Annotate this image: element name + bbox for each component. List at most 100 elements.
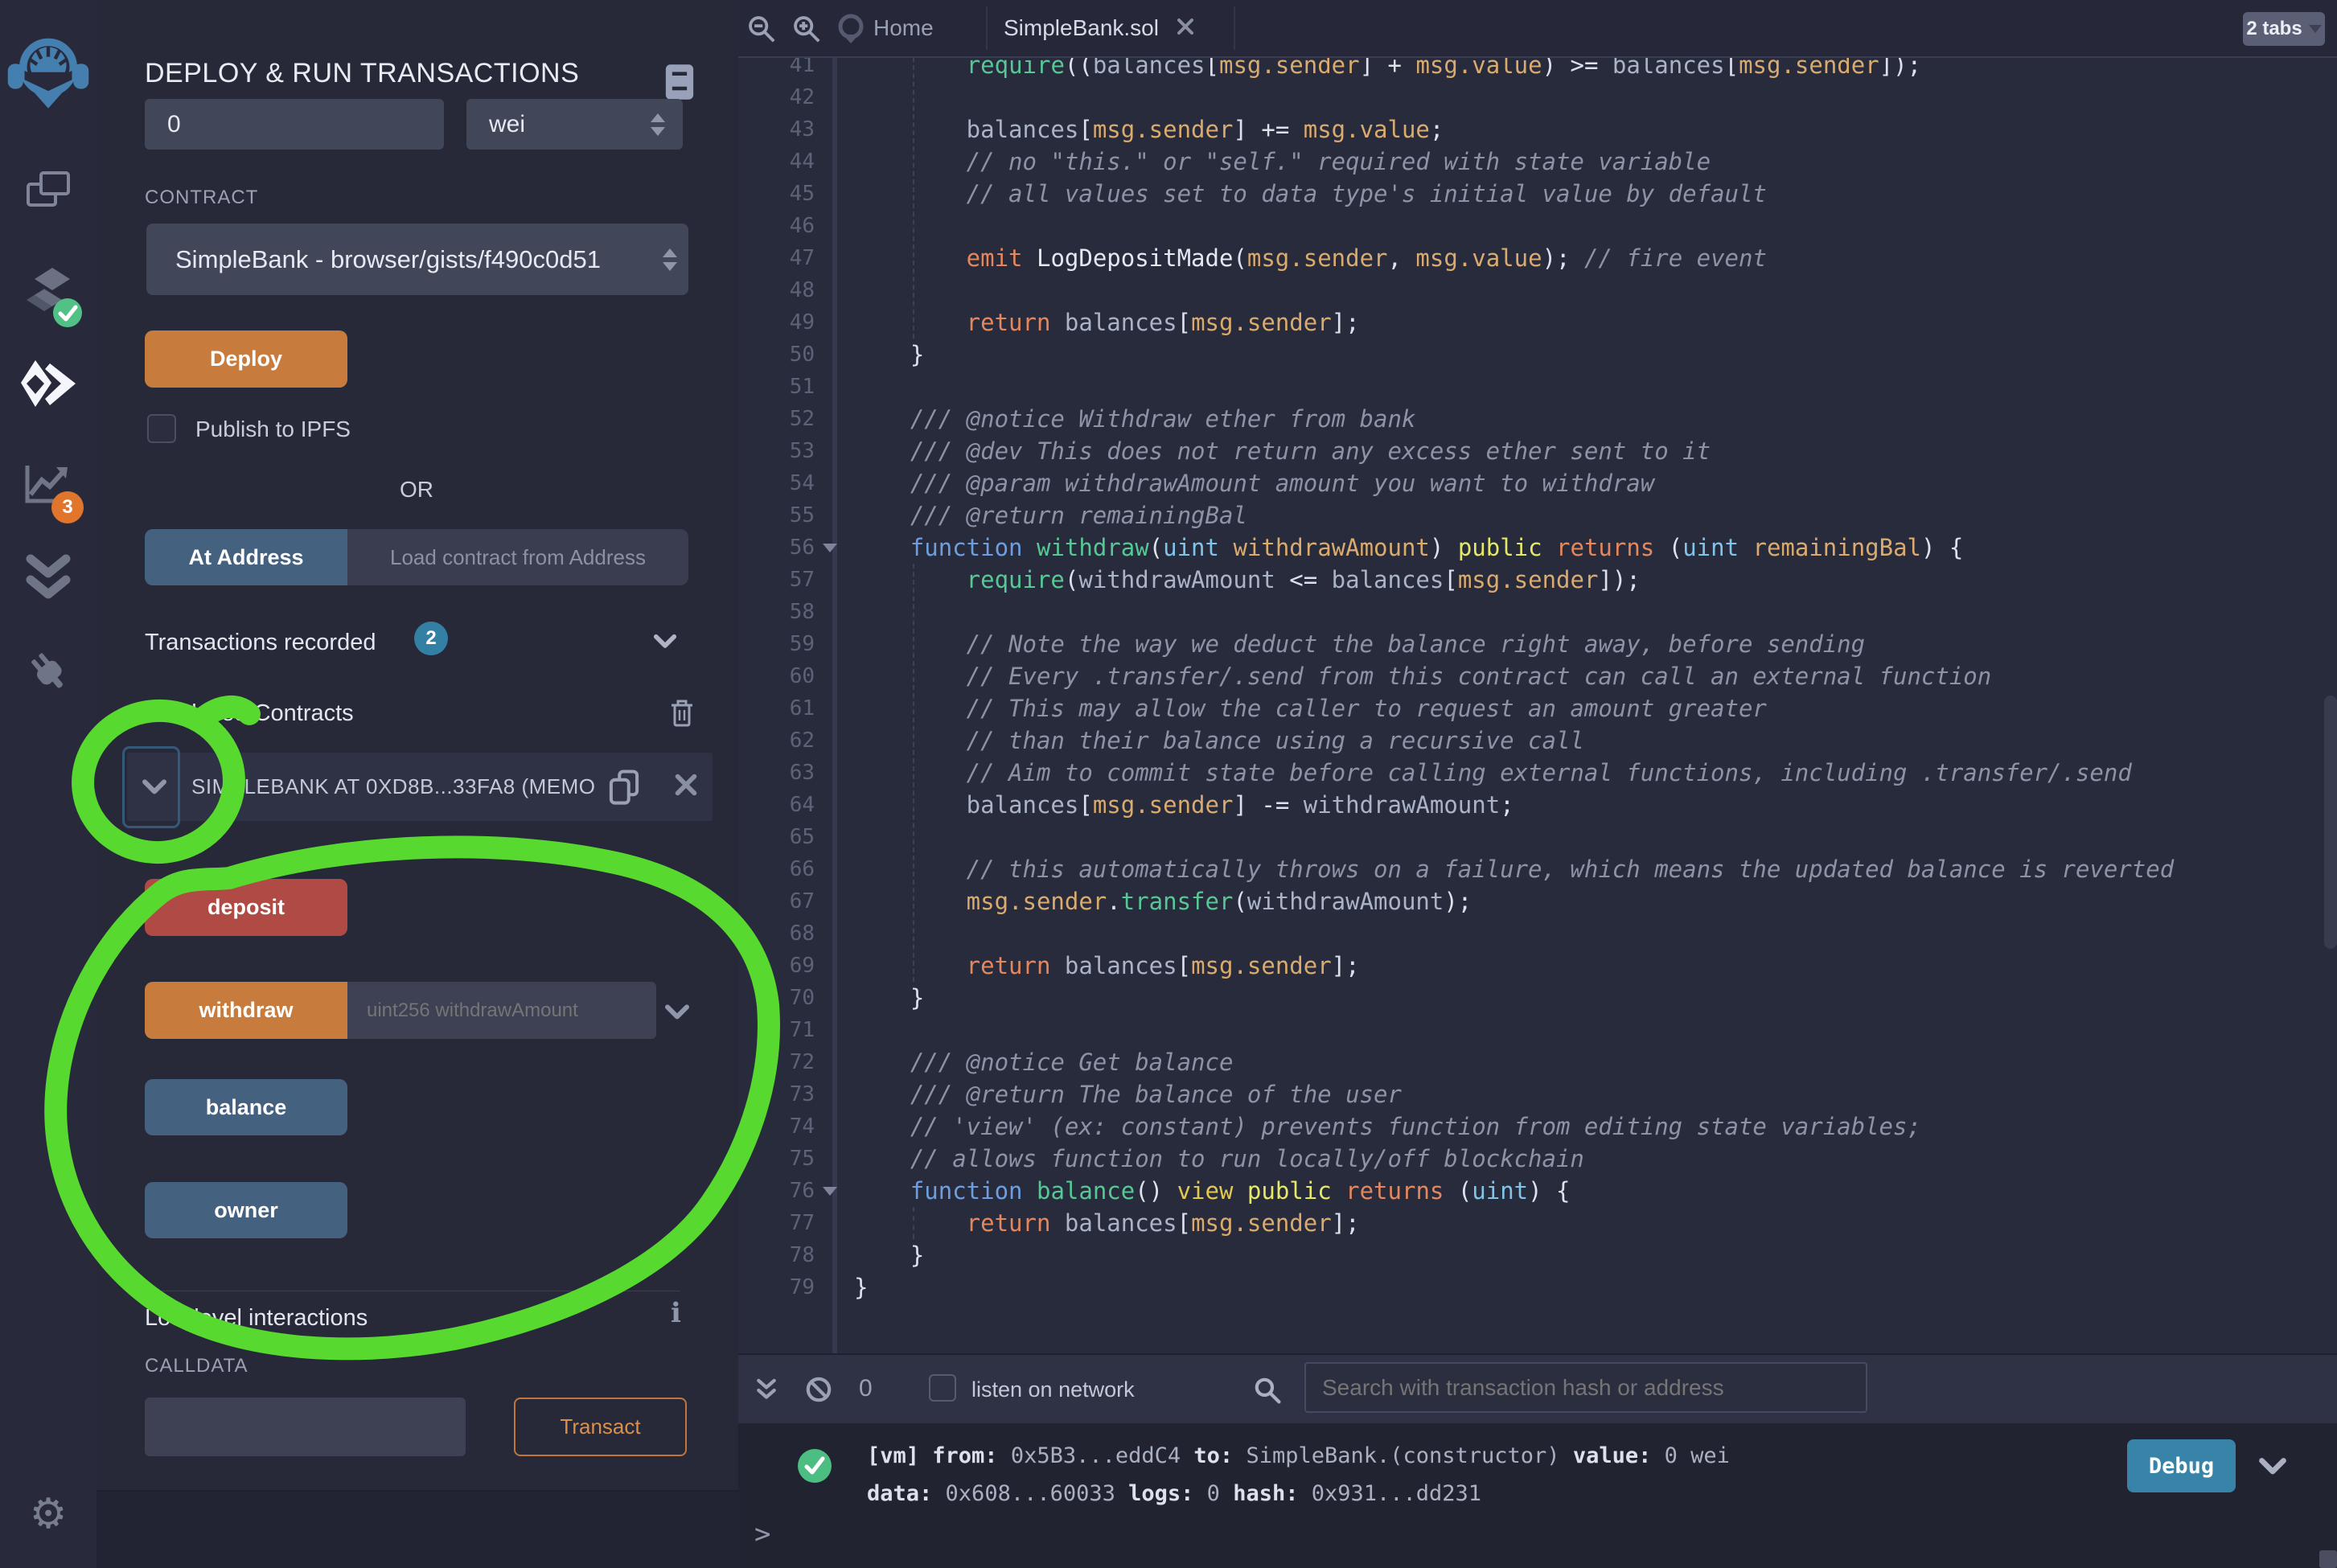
- compiler-success-badge: [51, 297, 84, 333]
- close-tab-icon[interactable]: [1175, 16, 1196, 41]
- code-line: 78 }: [738, 1239, 2337, 1271]
- file-tab-label: SimpleBank.sol: [1004, 15, 1159, 41]
- terminal-search-icon: [1253, 1376, 1282, 1409]
- panel-footer: [97, 1490, 738, 1568]
- code-line: 54 /// @param withdrawAmount amount you …: [738, 467, 2337, 499]
- deployed-contracts-label: Deployed Contracts: [149, 700, 354, 727]
- value-amount: 0: [167, 111, 181, 138]
- solidity-compiler-icon[interactable]: [0, 261, 97, 326]
- code-line: 58: [738, 596, 2337, 628]
- publish-ipfs-label: Publish to IPFS: [195, 417, 351, 442]
- publish-ipfs-checkbox[interactable]: [147, 414, 176, 443]
- code-line: 43 balances[msg.sender] += msg.value;: [738, 113, 2337, 146]
- panel-title: DEPLOY & RUN TRANSACTIONS: [145, 58, 579, 89]
- remix-ide-window: 3 ⚙ DEPLOY & RUN TRANSACTIONS: [0, 0, 2337, 1568]
- zoom-out-icon[interactable]: [746, 14, 777, 48]
- code-line: 50 }: [738, 339, 2337, 371]
- contract-expand-chevron-icon[interactable]: [142, 778, 167, 796]
- deployed-contract-row[interactable]: SIMPLEBANK AT 0XD8B...33FA8 (MEMO: [127, 753, 713, 821]
- indent-guide: [913, 49, 914, 339]
- code-line: 61 // This may allow the caller to reque…: [738, 692, 2337, 724]
- code-line: 55 /// @return remainingBal: [738, 499, 2337, 532]
- code-line: 64 balances[msg.sender] -= withdrawAmoun…: [738, 789, 2337, 821]
- tabs-count-button[interactable]: 2 tabs: [2243, 12, 2325, 46]
- tx-recorded-chevron-icon[interactable]: [653, 634, 677, 650]
- owner-button[interactable]: owner: [145, 1182, 347, 1238]
- listen-network-label: listen on network: [971, 1377, 1135, 1402]
- code-line: 46: [738, 210, 2337, 242]
- deploy-run-panel: DEPLOY & RUN TRANSACTIONS 0 wei CONTRACT…: [97, 0, 738, 1568]
- unit-value: wei: [489, 111, 525, 138]
- balance-button[interactable]: balance: [145, 1079, 347, 1135]
- code-line: 47 emit LogDepositMade(msg.sender, msg.v…: [738, 242, 2337, 274]
- at-address-input[interactable]: Load contract from Address: [347, 529, 688, 585]
- debugger-plug-icon[interactable]: [0, 643, 97, 700]
- clear-console-icon[interactable]: [804, 1375, 833, 1408]
- remove-contract-icon[interactable]: [674, 773, 698, 801]
- tab-home[interactable]: Home: [835, 0, 986, 56]
- expand-terminal-icon[interactable]: [754, 1377, 778, 1408]
- tabs-dropdown-icon: [2309, 25, 2322, 33]
- deploy-run-icon[interactable]: [0, 352, 97, 417]
- tx-success-icon: [796, 1447, 833, 1488]
- zoom-in-icon[interactable]: [791, 14, 822, 48]
- fold-icon[interactable]: [823, 544, 837, 552]
- code-editor: 41 require((balances[msg.sender] + msg.v…: [738, 0, 2337, 1353]
- file-explorer-icon[interactable]: [0, 161, 97, 217]
- analysis-badge: 3: [51, 491, 84, 523]
- copy-address-icon[interactable]: [608, 769, 640, 810]
- tx-recorded-label: Transactions recorded: [145, 630, 376, 656]
- deposit-button[interactable]: deposit: [145, 879, 347, 936]
- withdraw-expand-chevron-icon[interactable]: [664, 1004, 690, 1021]
- code-line: 45 // all values set to data type's init…: [738, 178, 2337, 210]
- code-line: 72 /// @notice Get balance: [738, 1046, 2337, 1078]
- code-line: 51: [738, 371, 2337, 403]
- transact-button[interactable]: Transact: [514, 1398, 687, 1456]
- unit-testing-icon[interactable]: [0, 551, 97, 604]
- fold-icon[interactable]: [823, 1187, 837, 1196]
- code-line: 73 /// @return The balance of the user: [738, 1078, 2337, 1110]
- debug-button[interactable]: Debug: [2127, 1439, 2236, 1492]
- tx-log-entry[interactable]: [vm] from: 0x5B3...eddC4 to: SimpleBank.…: [738, 1423, 2337, 1512]
- terminal-search-input[interactable]: [1304, 1362, 1867, 1413]
- code-line: 42: [738, 81, 2337, 113]
- code-line: 79}: [738, 1271, 2337, 1303]
- tx-count-badge: 2: [414, 622, 448, 655]
- settings-gear-icon[interactable]: ⚙: [0, 1488, 97, 1541]
- code-line: 71: [738, 1014, 2337, 1046]
- info-icon[interactable]: i: [671, 1297, 681, 1329]
- code-line: 70 }: [738, 982, 2337, 1014]
- pending-tx-count: 0: [859, 1375, 873, 1402]
- code-line: 56 function withdraw(uint withdrawAmount…: [738, 532, 2337, 564]
- tab-separator: [1234, 6, 1235, 50]
- withdraw-button[interactable]: withdraw: [145, 982, 347, 1039]
- code-line: 49 return balances[msg.sender];: [738, 306, 2337, 339]
- withdraw-amount-input[interactable]: [347, 982, 656, 1039]
- code-line: 48: [738, 274, 2337, 306]
- tab-simplebank[interactable]: SimpleBank.sol: [986, 0, 1234, 56]
- code-line: 76 function balance() view public return…: [738, 1175, 2337, 1207]
- terminal-scrollbar-corner[interactable]: [2319, 1550, 2337, 1568]
- code-line: 57 require(withdrawAmount <= balances[ms…: [738, 564, 2337, 596]
- at-address-button[interactable]: At Address: [145, 529, 347, 585]
- log-expand-chevron-icon[interactable]: [2258, 1457, 2287, 1480]
- value-input[interactable]: 0: [145, 99, 444, 150]
- deploy-button[interactable]: Deploy: [145, 330, 347, 388]
- calldata-input[interactable]: [145, 1398, 466, 1456]
- listen-network-checkbox[interactable]: [929, 1374, 956, 1402]
- activity-bar: 3 ⚙: [0, 0, 98, 1568]
- tx-log-line-1: [vm] from: 0x5B3...eddC4 to: SimpleBank.…: [867, 1443, 1730, 1468]
- unit-select[interactable]: wei: [466, 99, 683, 150]
- terminal-prompt[interactable]: >: [754, 1518, 770, 1550]
- trash-icon[interactable]: [669, 698, 695, 733]
- indent-guide: [913, 1207, 914, 1239]
- code-line: 63 // Aim to commit state before calling…: [738, 757, 2337, 789]
- remix-logo[interactable]: [0, 23, 97, 119]
- code-line: 68: [738, 917, 2337, 950]
- contract-select[interactable]: SimpleBank - browser/gists/f490c0d51: [146, 224, 688, 295]
- unit-spinner-icon: [651, 113, 665, 136]
- code-line: 62 // than their balance using a recursi…: [738, 724, 2337, 757]
- analysis-icon[interactable]: 3: [0, 454, 97, 515]
- deployed-contract-title: SIMPLEBANK AT 0XD8B...33FA8 (MEMO: [191, 774, 602, 799]
- editor-tab-bar: Home SimpleBank.sol 2 tabs: [738, 0, 2337, 58]
